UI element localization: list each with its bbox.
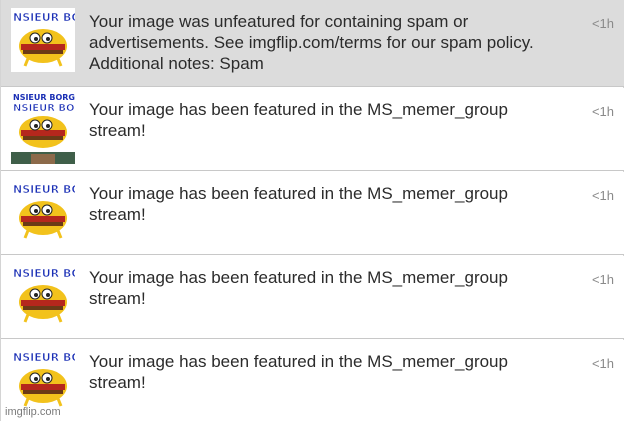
burger-meme-thumbnail-icon[interactable]: NSIEUR BORG xyxy=(11,180,75,244)
burger-meme-thumbnail-icon[interactable]: NSIEUR BORG NSIEUR BORG xyxy=(11,94,75,164)
svg-text:NSIEUR BORG: NSIEUR BORG xyxy=(13,267,75,280)
svg-text:NSIEUR BORG: NSIEUR BORG xyxy=(13,103,75,114)
burger-meme-thumbnail-icon[interactable]: NSIEUR BORG xyxy=(11,8,75,72)
imgflip-watermark: imgflip.com xyxy=(5,406,61,418)
notification-panel: NSIEUR BORG Your image was unfeatured fo… xyxy=(0,0,624,421)
notification-time: <1h xyxy=(591,356,614,371)
notification-message: Your image has been featured in the MS_m… xyxy=(89,352,508,392)
burger-meme-thumbnail-icon[interactable]: NSIEUR BORG xyxy=(11,348,75,412)
burger-meme-thumbnail-icon[interactable]: NSIEUR BORG xyxy=(11,264,75,328)
notification-message: Your image was unfeatured for containing… xyxy=(89,12,534,73)
svg-text:NSIEUR BORG: NSIEUR BORG xyxy=(13,183,75,196)
notification-time: <1h xyxy=(591,272,614,287)
notification-time: <1h xyxy=(591,104,614,119)
notification-message: Your image has been featured in the MS_m… xyxy=(89,268,508,308)
notification-item[interactable]: NSIEUR BORG Your image has been featured… xyxy=(1,172,624,255)
svg-text:NSIEUR BORG: NSIEUR BORG xyxy=(13,351,75,364)
notification-item[interactable]: NSIEUR BORG Your image has been featured… xyxy=(1,340,624,421)
notification-item[interactable]: NSIEUR BORG Your image was unfeatured fo… xyxy=(1,0,624,87)
svg-text:NSIEUR BORG: NSIEUR BORG xyxy=(13,94,75,102)
notification-time: <1h xyxy=(591,188,614,203)
notification-item[interactable]: NSIEUR BORG Your image has been featured… xyxy=(1,256,624,339)
notification-message: Your image has been featured in the MS_m… xyxy=(89,184,508,224)
notification-message: Your image has been featured in the MS_m… xyxy=(89,100,508,140)
notification-item[interactable]: NSIEUR BORG NSIEUR BORG Your image has b… xyxy=(1,88,624,171)
svg-text:NSIEUR BORG: NSIEUR BORG xyxy=(13,11,75,24)
notification-time: <1h xyxy=(591,16,614,31)
